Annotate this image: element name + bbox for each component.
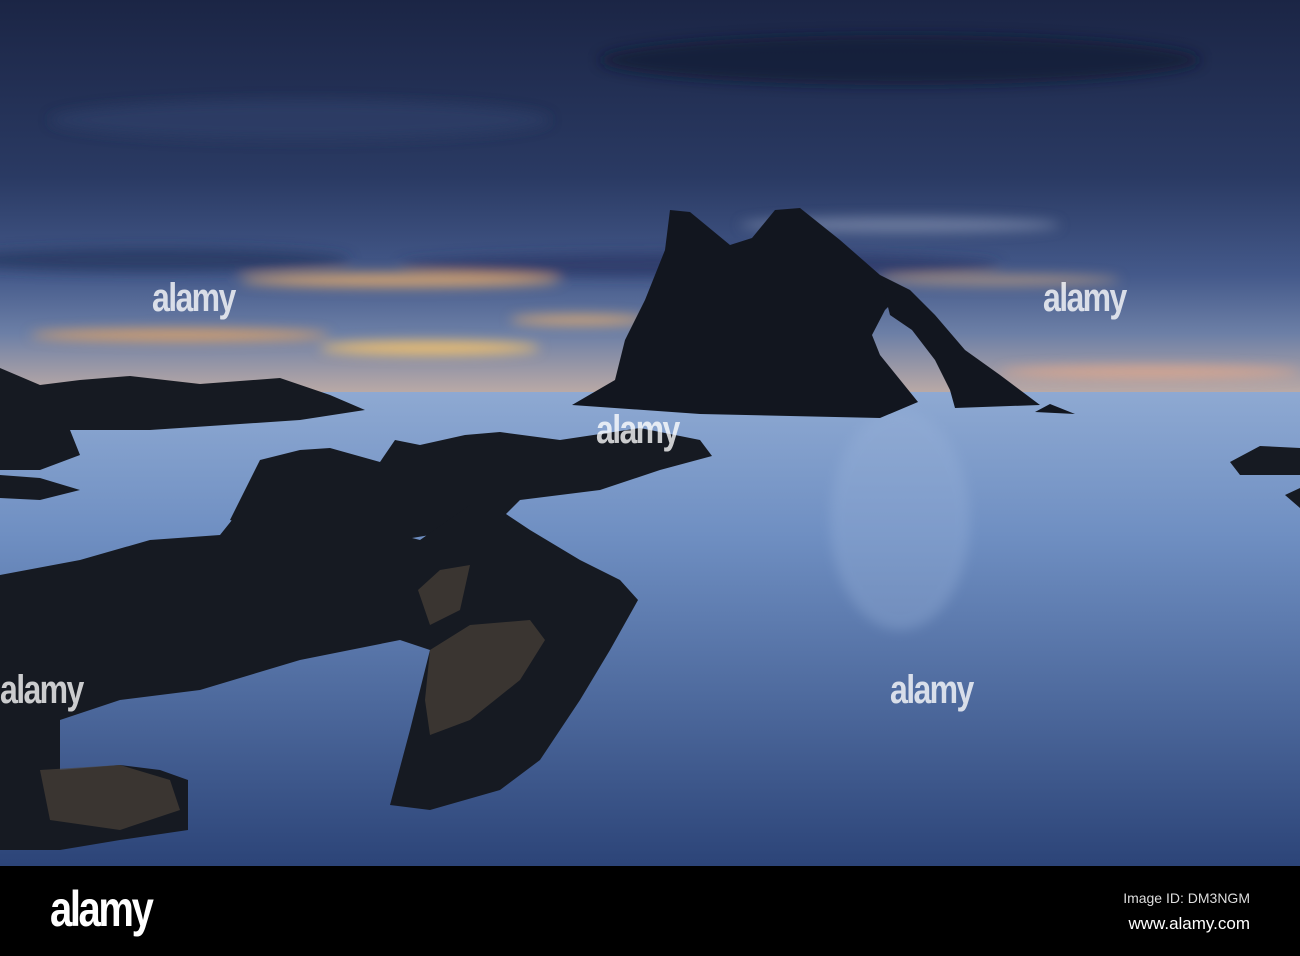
stock-photo-page: alamy alamy alamy alamy alamy alamy Imag… xyxy=(0,0,1300,956)
watermark: alamy xyxy=(890,668,974,712)
watermark: alamy xyxy=(596,408,680,452)
watermark: alamy xyxy=(1043,276,1127,320)
image-id: Image ID: DM3NGM xyxy=(1123,890,1250,906)
watermark: alamy xyxy=(0,668,84,712)
watermark: alamy xyxy=(152,276,236,320)
alamy-logo: alamy xyxy=(50,881,154,937)
website-link[interactable]: www.alamy.com xyxy=(1128,914,1250,934)
footer-bar: alamy Image ID: DM3NGM www.alamy.com xyxy=(0,866,1300,956)
